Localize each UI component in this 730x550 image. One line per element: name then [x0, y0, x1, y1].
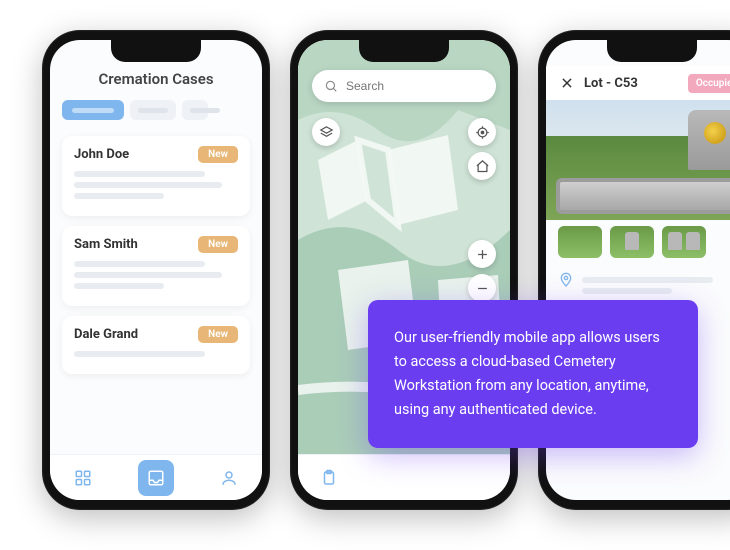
locate-button[interactable]	[468, 118, 496, 146]
status-badge-new: New	[198, 236, 238, 253]
thumbnail[interactable]	[662, 226, 706, 258]
lot-title: Lot - C53	[584, 76, 680, 91]
nav-clipboard-icon[interactable]	[318, 467, 340, 489]
search-bar[interactable]	[312, 70, 496, 102]
filter-tab-3[interactable]	[182, 100, 208, 120]
placeholder-lines	[74, 261, 238, 289]
bottom-nav	[298, 454, 510, 500]
screen-cases: Cremation Cases John Doe New Sam Smith N…	[50, 40, 262, 500]
case-name: John Doe	[74, 147, 129, 162]
filter-tabs	[50, 96, 262, 130]
nav-grid-icon[interactable]	[72, 467, 94, 489]
placeholder-lines	[582, 272, 730, 299]
location-pin-icon	[558, 272, 574, 288]
nav-inbox-icon[interactable]	[138, 460, 174, 496]
lot-photo[interactable]	[546, 100, 730, 220]
close-icon[interactable]	[558, 74, 576, 92]
placeholder-lines	[74, 351, 238, 357]
status-badge-new: New	[198, 326, 238, 343]
zoom-in-button[interactable]	[468, 240, 496, 268]
marketing-callout: Our user-friendly mobile app allows user…	[368, 300, 698, 448]
photo-thumbnails	[558, 226, 706, 258]
case-card[interactable]: John Doe New	[62, 136, 250, 216]
search-input[interactable]	[346, 79, 501, 93]
zoom-out-button[interactable]	[468, 274, 496, 302]
placeholder-lines	[74, 171, 238, 199]
phone-notch	[111, 40, 201, 62]
case-card[interactable]: Dale Grand New	[62, 316, 250, 374]
layers-button[interactable]	[312, 118, 340, 146]
search-icon	[324, 79, 338, 93]
status-badge-occupied: Occupied	[688, 74, 730, 93]
location-row	[558, 272, 730, 299]
thumbnail[interactable]	[610, 226, 654, 258]
filter-tab-active[interactable]	[62, 100, 124, 120]
case-name: Sam Smith	[74, 237, 138, 252]
lot-header: Lot - C53 Occupied	[546, 66, 730, 100]
bottom-nav	[50, 454, 262, 500]
mic-icon[interactable]	[509, 80, 510, 93]
nav-profile-icon[interactable]	[218, 467, 240, 489]
callout-text: Our user-friendly mobile app allows user…	[394, 329, 660, 418]
case-name: Dale Grand	[74, 327, 138, 342]
home-button[interactable]	[468, 152, 496, 180]
phone-notch	[607, 40, 697, 62]
filter-tab-2[interactable]	[130, 100, 176, 120]
case-card[interactable]: Sam Smith New	[62, 226, 250, 306]
status-badge-new: New	[198, 146, 238, 163]
phone-notch	[359, 40, 449, 62]
phone-cremation-cases: Cremation Cases John Doe New Sam Smith N…	[42, 30, 270, 510]
thumbnail[interactable]	[558, 226, 602, 258]
